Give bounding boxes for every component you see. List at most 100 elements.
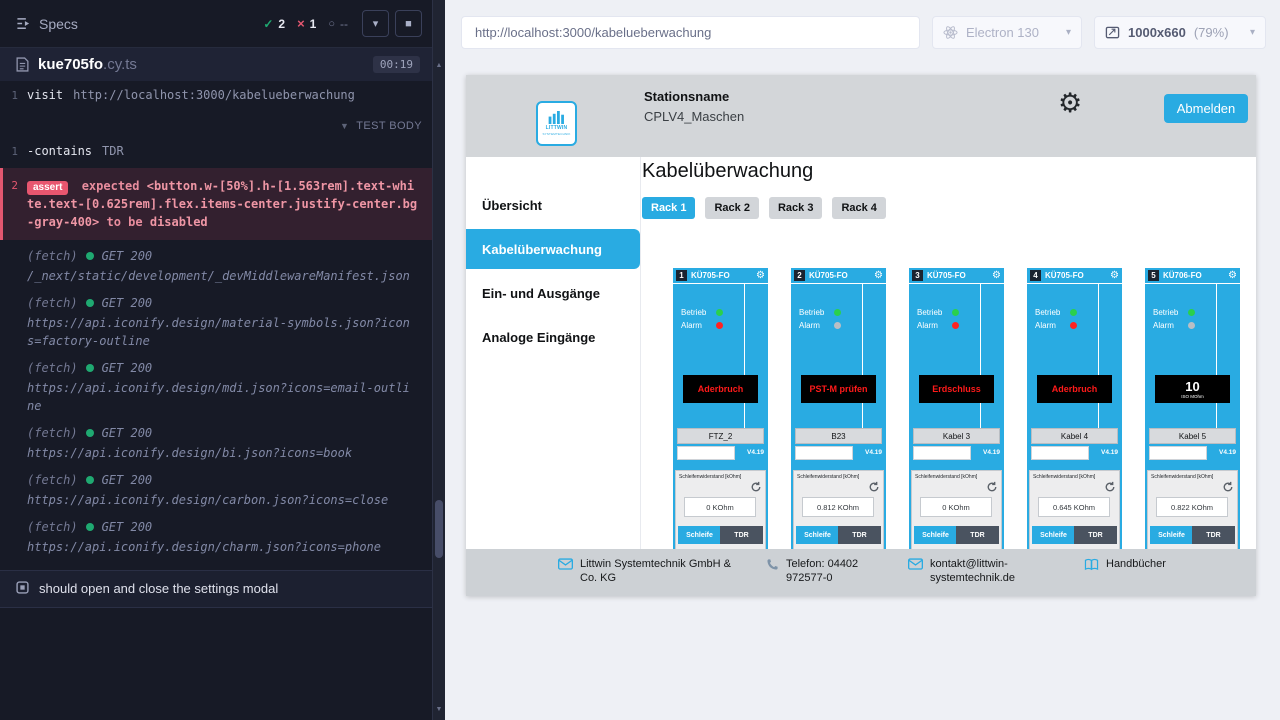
email-address[interactable]: kontakt@littwin-systemtechnik.de bbox=[930, 557, 1038, 586]
browser-selector[interactable]: Electron 130 ▾ bbox=[932, 16, 1082, 49]
refresh-icon[interactable] bbox=[750, 481, 762, 493]
stop-tests-button[interactable]: ■ bbox=[395, 10, 422, 37]
address-bar[interactable] bbox=[461, 16, 920, 49]
alarm-label: Alarm bbox=[681, 321, 702, 330]
alarm-led bbox=[834, 322, 841, 329]
network-request-log[interactable]: (fetch) GET 200 /_next/static/developmen… bbox=[0, 240, 432, 287]
schleife-button[interactable]: Schleife bbox=[1032, 526, 1075, 544]
fetch-status: GET 200 bbox=[102, 296, 153, 310]
scroll-down-arrow[interactable]: ▼ bbox=[433, 706, 445, 713]
sidebar-item[interactable]: Kabelüberwachung bbox=[466, 229, 640, 269]
command-visit[interactable]: 1 visit http://localhost:3000/kabelueber… bbox=[0, 81, 432, 109]
tdr-button[interactable]: TDR bbox=[1074, 526, 1117, 544]
cable-name-input[interactable] bbox=[1149, 446, 1207, 460]
card-number-badge: 3 bbox=[912, 270, 923, 281]
card-divider bbox=[1098, 284, 1099, 428]
card-settings-gear-icon[interactable]: ⚙ bbox=[1110, 271, 1119, 281]
firmware-version: V4.19 bbox=[865, 449, 882, 456]
assert-expected-state: disabled bbox=[150, 215, 208, 229]
network-request-log[interactable]: (fetch) GET 200 https://api.iconify.desi… bbox=[0, 511, 432, 558]
betrieb-led bbox=[834, 309, 841, 316]
fetch-type-label: (fetch) bbox=[27, 361, 78, 375]
next-test-title[interactable]: should open and close the settings modal bbox=[0, 570, 432, 608]
card-divider bbox=[1216, 284, 1217, 428]
schleife-button[interactable]: Schleife bbox=[1150, 526, 1193, 544]
pending-stat: ○-- bbox=[328, 17, 348, 31]
rack-tab[interactable]: Rack 1 bbox=[642, 197, 695, 219]
tdr-button[interactable]: TDR bbox=[720, 526, 763, 544]
assert-message: assert expected <button.w-[50%].h-[1.563… bbox=[27, 177, 418, 231]
card-divider bbox=[980, 284, 981, 428]
app-footer: Littwin Systemtechnik GmbH & Co. KG Tele… bbox=[466, 549, 1256, 596]
phone-icon bbox=[766, 558, 779, 586]
network-request-log[interactable]: (fetch) GET 200 https://api.iconify.desi… bbox=[0, 464, 432, 511]
rack-tab[interactable]: Rack 4 bbox=[832, 197, 885, 219]
refresh-icon[interactable] bbox=[1222, 481, 1234, 493]
cypress-reporter-panel: Specs ✓2 ×1 ○-- ▾ ■ kue705fo.cy.ts 00:19 bbox=[0, 0, 445, 720]
schleife-button[interactable]: Schleife bbox=[914, 526, 957, 544]
viewport-selector[interactable]: 1000x660 (79%) ▾ bbox=[1094, 16, 1266, 49]
refresh-icon[interactable] bbox=[868, 481, 880, 493]
betrieb-label: Betrieb bbox=[1153, 308, 1178, 317]
footer-manuals[interactable]: Handbücher bbox=[1084, 557, 1166, 571]
measurement-label: Schleifenwiderstand [kOhm] bbox=[679, 474, 741, 480]
reporter-header: Specs ✓2 ×1 ○-- ▾ ■ bbox=[0, 0, 432, 48]
command-number: 1 bbox=[0, 87, 27, 104]
test-title-text: should open and close the settings modal bbox=[39, 581, 278, 596]
sidebar-item[interactable]: Analoge Eingänge bbox=[466, 317, 640, 357]
fetch-url: https://api.iconify.design/mdi.json?icon… bbox=[27, 379, 410, 415]
sidebar-item[interactable]: Übersicht bbox=[466, 185, 640, 225]
rack-tab[interactable]: Rack 2 bbox=[705, 197, 758, 219]
schleife-button[interactable]: Schleife bbox=[796, 526, 839, 544]
resistance-value: 0 KOhm bbox=[684, 497, 756, 517]
cable-name-input[interactable] bbox=[1031, 446, 1089, 460]
spec-title-bar[interactable]: kue705fo.cy.ts 00:19 bbox=[0, 48, 432, 81]
tdr-button[interactable]: TDR bbox=[1192, 526, 1235, 544]
test-body-section-toggle[interactable]: ▼ TEST BODY bbox=[0, 109, 432, 137]
refresh-icon[interactable] bbox=[986, 481, 998, 493]
network-request-log[interactable]: (fetch) GET 200 https://api.iconify.desi… bbox=[0, 352, 432, 417]
card-settings-gear-icon[interactable]: ⚙ bbox=[874, 271, 883, 281]
schleife-button[interactable]: Schleife bbox=[678, 526, 721, 544]
chevron-down-icon: ▼ bbox=[340, 121, 349, 131]
alarm-led bbox=[952, 322, 959, 329]
network-request-log[interactable]: (fetch) GET 200 https://api.iconify.desi… bbox=[0, 287, 432, 352]
cable-name-input[interactable] bbox=[795, 446, 853, 460]
settings-gear-icon[interactable]: ⚙ bbox=[1058, 90, 1082, 117]
card-settings-gear-icon[interactable]: ⚙ bbox=[1228, 271, 1237, 281]
cable-monitor-card: 4 KÜ705-FO ⚙ Betrieb Alarm Aderbruch Kab… bbox=[1027, 268, 1122, 558]
cable-name-input[interactable] bbox=[677, 446, 735, 460]
refresh-icon[interactable] bbox=[1104, 481, 1116, 493]
sidebar-item-label: Übersicht bbox=[482, 198, 542, 213]
betrieb-led-row: Betrieb bbox=[799, 308, 841, 317]
cable-name-input[interactable] bbox=[913, 446, 971, 460]
scrollbar-thumb[interactable] bbox=[435, 500, 443, 558]
card-settings-gear-icon[interactable]: ⚙ bbox=[992, 271, 1001, 281]
card-settings-gear-icon[interactable]: ⚙ bbox=[756, 271, 765, 281]
card-model-label: KÜ706-FO bbox=[1163, 271, 1228, 280]
firmware-version: V4.19 bbox=[747, 449, 764, 456]
scroll-up-arrow[interactable]: ▲ bbox=[433, 62, 445, 69]
fetch-status: GET 200 bbox=[102, 520, 153, 534]
page-title: Kabelüberwachung bbox=[642, 160, 1256, 183]
company-name: Littwin Systemtechnik GmbH & Co. KG bbox=[580, 557, 740, 586]
logout-button[interactable]: Abmelden bbox=[1164, 94, 1248, 123]
card-number-badge: 4 bbox=[1030, 270, 1041, 281]
command-assert-failed[interactable]: 2 assert expected <button.w-[50%].h-[1.5… bbox=[0, 168, 432, 240]
chevron-down-icon: ▾ bbox=[1250, 27, 1255, 38]
viewport-size-icon bbox=[1105, 25, 1120, 40]
scrollbar[interactable]: ▲ ▼ bbox=[432, 0, 445, 720]
rack-tab[interactable]: Rack 3 bbox=[769, 197, 822, 219]
tdr-button[interactable]: TDR bbox=[956, 526, 999, 544]
tdr-button[interactable]: TDR bbox=[838, 526, 881, 544]
station-name: CPLV4_Maschen bbox=[644, 109, 744, 124]
specs-menu-button[interactable]: Specs bbox=[16, 16, 78, 32]
command-contains[interactable]: 1 -contains TDR bbox=[0, 137, 432, 165]
specs-list-icon bbox=[16, 16, 31, 31]
network-request-log[interactable]: (fetch) GET 200 https://api.iconify.desi… bbox=[0, 417, 432, 464]
sidebar-item[interactable]: Ein- und Ausgänge bbox=[466, 273, 640, 313]
collapse-all-button[interactable]: ▾ bbox=[362, 10, 389, 37]
reporter-controls: ▾ ■ bbox=[362, 10, 422, 37]
card-model-label: KÜ705-FO bbox=[1045, 271, 1110, 280]
network-log-list: (fetch) GET 200 /_next/static/developmen… bbox=[0, 240, 432, 558]
